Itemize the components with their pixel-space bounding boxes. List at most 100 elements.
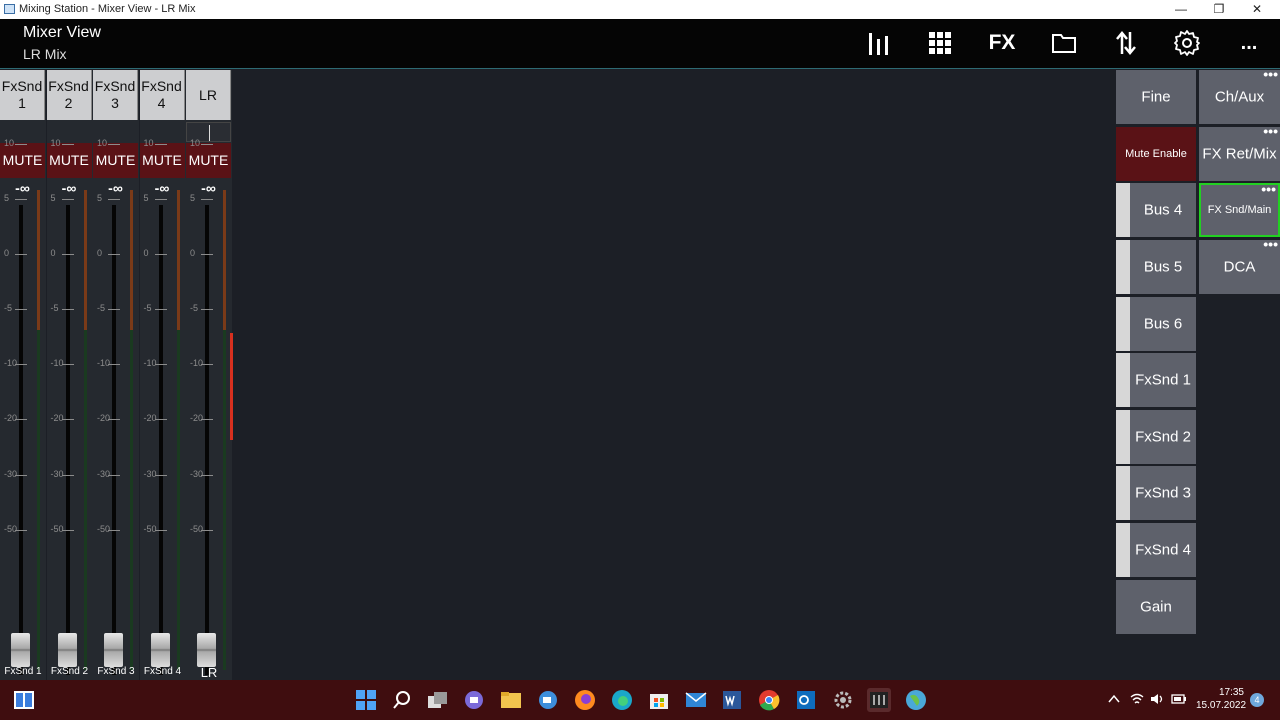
scale-line <box>154 364 167 365</box>
bus-select-button[interactable]: Bus 4 <box>1116 183 1196 237</box>
channel-strip: FxSnd 3 MUTE -∞ 10 5 0 -5 -10 -20 -30 -50 FxSnd 3 <box>93 70 139 682</box>
group-more-icon[interactable]: ••• <box>1263 66 1278 82</box>
scale-line <box>108 475 120 476</box>
mixing-station-taskbar-icon[interactable] <box>12 688 36 712</box>
edge-icon[interactable] <box>610 688 634 712</box>
battery-icon[interactable] <box>1171 692 1187 708</box>
bus-button-label: Bus 6 <box>1143 315 1183 333</box>
file-explorer-icon[interactable] <box>499 688 523 712</box>
scale-label: 10 <box>4 138 15 148</box>
strip-header[interactable]: FxSnd 2 <box>46 70 92 120</box>
meet-icon[interactable] <box>536 688 560 712</box>
task-view-icon[interactable] <box>426 688 450 712</box>
clock-date: 15.07.2022 <box>1196 700 1247 711</box>
notification-badge[interactable]: 4 <box>1250 693 1264 707</box>
scale-line <box>61 254 74 255</box>
teams-chat-icon[interactable] <box>462 688 486 712</box>
wifi-icon[interactable] <box>1130 692 1144 708</box>
app-bar: Mixer View LR Mix FX ... <box>0 19 1280 69</box>
scale-label: -50 <box>97 524 111 534</box>
outlook-icon[interactable] <box>794 688 818 712</box>
fader-track <box>19 205 23 675</box>
fader-scale-tick: 10 <box>0 138 46 150</box>
fader-scale-tick: -50 <box>47 524 93 536</box>
scale-label: 5 <box>50 193 56 203</box>
bus-button-label: FxSnd 4 <box>1135 541 1191 559</box>
scale-label: -30 <box>97 469 111 479</box>
bus-select-button[interactable]: Fine <box>1116 70 1196 124</box>
bus-button-label: Bus 5 <box>1143 258 1183 276</box>
search-icon[interactable] <box>390 688 414 712</box>
fader-scale-tick: 10 <box>93 138 139 150</box>
bus-select-button[interactable]: FxSnd 1 <box>1116 353 1196 407</box>
fader-knob[interactable] <box>150 633 170 667</box>
scale-label: 10 <box>190 138 201 148</box>
settings-taskbar-icon[interactable] <box>831 688 855 712</box>
settings-gear-icon[interactable] <box>1170 26 1204 60</box>
level-meter <box>130 190 133 670</box>
fx-button[interactable]: FX <box>985 26 1019 60</box>
bus-select-button[interactable]: FxSnd 3 <box>1116 466 1196 520</box>
scale-line <box>154 475 167 476</box>
folder-icon[interactable] <box>1047 26 1081 60</box>
fader-scale-tick: 5 <box>93 193 139 205</box>
bus-color-bar <box>1116 410 1130 464</box>
bus-select-button[interactable]: FxSnd 4 <box>1116 523 1196 577</box>
meters-icon[interactable] <box>862 26 896 60</box>
group-more-icon[interactable]: ••• <box>1263 236 1278 252</box>
scale-label: -50 <box>190 524 204 534</box>
bus-select-button[interactable]: Bus 6 <box>1116 297 1196 351</box>
group-more-icon[interactable]: ••• <box>1263 123 1278 139</box>
strip-header[interactable]: FxSnd 4 <box>139 70 185 120</box>
grid-icon[interactable] <box>923 26 957 60</box>
fader-scale-tick: -10 <box>186 358 232 370</box>
bus-select-button[interactable]: Gain <box>1116 580 1196 634</box>
scale-label: -5 <box>4 303 13 313</box>
bus-select-button[interactable]: Mute Enable <box>1116 127 1196 181</box>
fader-knob[interactable] <box>104 633 123 667</box>
scale-line <box>108 144 120 145</box>
minimize-button[interactable]: — <box>1164 0 1198 19</box>
more-menu-button[interactable]: ... <box>1232 26 1266 60</box>
fader-knob[interactable] <box>11 633 30 667</box>
restore-button[interactable]: ❐ <box>1202 0 1236 19</box>
layer-group-button[interactable]: Ch/Aux ••• <box>1199 66 1280 124</box>
group-more-icon[interactable]: ••• <box>1261 181 1276 197</box>
group-button-label: FX Ret/Mix <box>1202 145 1277 163</box>
store-icon[interactable] <box>647 688 671 712</box>
globe-app-icon[interactable] <box>904 688 928 712</box>
chrome-icon[interactable] <box>757 688 781 712</box>
scale-label: -50 <box>50 524 64 534</box>
clock-time: 17:35 <box>1218 687 1244 698</box>
scale-line <box>201 144 213 145</box>
start-icon[interactable] <box>354 688 378 712</box>
strip-header[interactable]: FxSnd 1 <box>0 70 45 120</box>
layer-group-button[interactable]: FX Ret/Mix ••• <box>1199 123 1280 181</box>
layer-group-button[interactable]: FX Snd/Main ••• <box>1199 181 1280 237</box>
strip-header[interactable]: LR <box>186 70 231 120</box>
strip-name-label: FxSnd 4 <box>143 666 182 677</box>
scale-line <box>15 309 27 310</box>
fader-track <box>205 205 209 675</box>
close-button[interactable]: ✕ <box>1240 0 1274 19</box>
bus-button-label: Mute Enable <box>1125 148 1187 160</box>
scale-label: 0 <box>143 248 149 258</box>
tray-chevron-up-icon[interactable] <box>1108 692 1120 708</box>
firefox-icon[interactable] <box>573 688 597 712</box>
sync-arrows-icon[interactable] <box>1109 26 1143 60</box>
mail-icon[interactable] <box>684 688 708 712</box>
scale-label: 0 <box>97 248 103 258</box>
fader-knob[interactable] <box>197 633 216 667</box>
system-clock[interactable]: 17:35 15.07.2022 <box>1196 686 1247 712</box>
volume-icon[interactable] <box>1150 692 1164 708</box>
strip-header[interactable]: FxSnd 3 <box>93 70 138 120</box>
fader-scale-tick: -20 <box>0 413 46 425</box>
scale-label: -10 <box>143 358 157 368</box>
layer-group-button[interactable]: DCA ••• <box>1199 236 1280 294</box>
fader-knob[interactable] <box>57 633 77 667</box>
word-icon[interactable] <box>720 688 744 712</box>
mixing-station-active-icon[interactable] <box>867 688 891 712</box>
bus-select-button[interactable]: FxSnd 2 <box>1116 410 1196 464</box>
scale-label: 5 <box>143 193 149 203</box>
bus-select-button[interactable]: Bus 5 <box>1116 240 1196 294</box>
